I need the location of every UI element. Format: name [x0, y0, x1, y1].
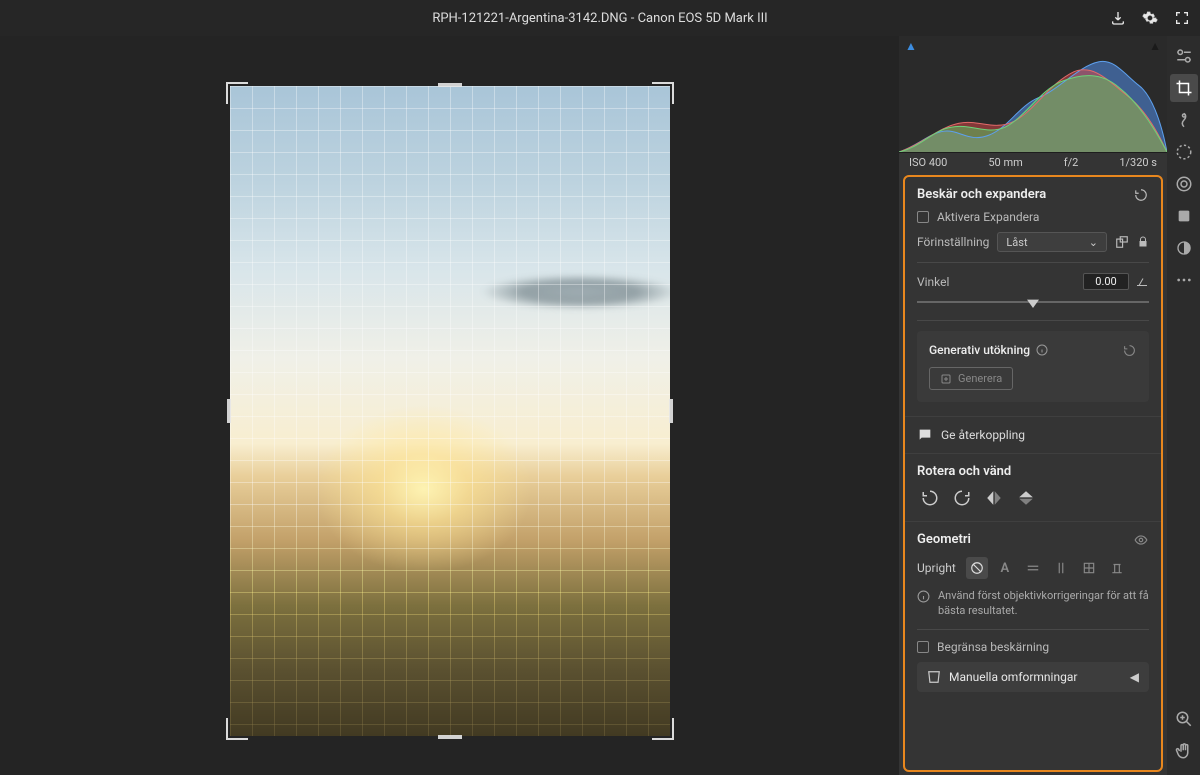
generative-expand-box: Generativ utökning Generera — [917, 331, 1149, 402]
topbar-actions — [1106, 6, 1194, 30]
manual-label: Manuella omformningar — [949, 670, 1077, 684]
triangle-left-icon: ◀ — [1130, 670, 1139, 684]
document-title: RPH-121221-Argentina-3142.DNG - Canon EO… — [432, 11, 767, 26]
reset-gen-icon[interactable] — [1122, 344, 1137, 357]
lock-icon[interactable] — [1137, 235, 1149, 249]
upright-vertical-icon[interactable] — [1050, 557, 1072, 579]
activate-expand-checkbox[interactable] — [917, 211, 929, 223]
eye-icon[interactable] — [1133, 533, 1149, 547]
crop-handle-right[interactable] — [669, 399, 673, 423]
crop-handle-left[interactable] — [227, 399, 231, 423]
preset-select[interactable]: Låst ⌄ — [997, 232, 1107, 252]
histogram-meta: ISO 400 50 mm f/2 1/320 s — [899, 153, 1167, 175]
swap-orientation-icon[interactable] — [1115, 235, 1129, 249]
photo — [230, 86, 670, 736]
fullscreen-icon[interactable] — [1170, 6, 1194, 30]
properties-panel: ▲ ▲ ISO 400 50 mm f/2 1/320 s Beskär och… — [899, 36, 1167, 775]
export-icon[interactable] — [1106, 6, 1130, 30]
feedback-row[interactable]: Ge återkoppling — [905, 417, 1161, 454]
zoom-tool-icon[interactable] — [1170, 705, 1198, 733]
upright-full-icon[interactable] — [1078, 557, 1100, 579]
preset-value: Låst — [1006, 236, 1027, 249]
crop-tool-icon[interactable] — [1170, 74, 1198, 102]
geometry-title: Geometri — [917, 532, 971, 547]
constrain-crop-checkbox[interactable] — [917, 641, 929, 653]
straighten-icon[interactable] — [1135, 276, 1149, 288]
meta-iso: ISO 400 — [909, 156, 947, 169]
reset-crop-icon[interactable] — [1133, 188, 1149, 202]
upright-off-icon[interactable] — [966, 557, 988, 579]
constrain-crop-label: Begränsa beskärning — [937, 640, 1049, 654]
section-geometry: Geometri Upright A Använd först objektiv… — [905, 522, 1161, 706]
angle-label: Vinkel — [917, 275, 949, 289]
mask-tool-icon[interactable] — [1170, 138, 1198, 166]
edit-tool-icon[interactable] — [1170, 42, 1198, 70]
feedback-icon — [917, 427, 933, 443]
image-stage — [0, 36, 899, 775]
geometry-hint: Använd först objektivkorrigeringar för a… — [938, 589, 1149, 619]
crop-handle-top[interactable] — [438, 83, 462, 87]
clip-highlight-icon[interactable]: ▲ — [1149, 39, 1161, 53]
settings-icon[interactable] — [1138, 6, 1162, 30]
top-bar: RPH-121221-Argentina-3142.DNG - Canon EO… — [0, 0, 1200, 36]
manual-transforms-row[interactable]: Manuella omformningar ◀ — [917, 662, 1149, 692]
upright-guided-icon[interactable] — [1106, 557, 1128, 579]
photo-container[interactable] — [230, 86, 670, 736]
more-tool-icon[interactable] — [1170, 266, 1198, 294]
redeye-tool-icon[interactable] — [1170, 170, 1198, 198]
flip-vertical-icon[interactable] — [1017, 489, 1035, 507]
generate-label: Generera — [958, 372, 1002, 385]
clip-shadow-icon[interactable]: ▲ — [905, 39, 917, 53]
crop-handle-bottom[interactable] — [438, 735, 462, 739]
flip-horizontal-icon[interactable] — [985, 489, 1003, 507]
section-crop: Beskär och expandera Aktivera Expandera … — [905, 177, 1161, 417]
meta-focal: 50 mm — [988, 156, 1022, 169]
rotate-cw-icon[interactable] — [953, 489, 971, 507]
feedback-label: Ge återkoppling — [941, 428, 1025, 442]
upright-label: Upright — [917, 561, 956, 575]
gen-title: Generativ utökning — [929, 343, 1030, 357]
versions-tool-icon[interactable] — [1170, 234, 1198, 262]
meta-aperture: f/2 — [1064, 156, 1079, 169]
generate-button[interactable]: Generera — [929, 367, 1013, 390]
transform-icon — [927, 670, 941, 684]
histogram[interactable]: ▲ ▲ — [899, 36, 1167, 153]
rotate-title: Rotera och vänd — [917, 464, 1149, 479]
upright-auto-icon[interactable]: A — [994, 557, 1016, 579]
rotate-ccw-icon[interactable] — [921, 489, 939, 507]
angle-slider[interactable] — [917, 294, 1149, 310]
info-icon — [917, 590, 930, 603]
chevron-down-icon: ⌄ — [1089, 236, 1098, 249]
preset-tool-icon[interactable] — [1170, 202, 1198, 230]
healing-tool-icon[interactable] — [1170, 106, 1198, 134]
cloud-overlay — [480, 274, 670, 310]
panel-highlight: Beskär och expandera Aktivera Expandera … — [903, 175, 1163, 772]
activate-expand-label: Aktivera Expandera — [937, 210, 1039, 224]
crop-title: Beskär och expandera — [917, 187, 1046, 202]
section-rotate: Rotera och vänd — [905, 454, 1161, 522]
angle-value[interactable]: 0.00 — [1083, 273, 1129, 290]
tool-strip — [1167, 36, 1200, 775]
hand-tool-icon[interactable] — [1170, 737, 1198, 765]
meta-shutter: 1/320 s — [1119, 156, 1157, 169]
info-icon[interactable] — [1036, 344, 1048, 356]
upright-level-icon[interactable] — [1022, 557, 1044, 579]
preset-label: Förinställning — [917, 235, 989, 249]
